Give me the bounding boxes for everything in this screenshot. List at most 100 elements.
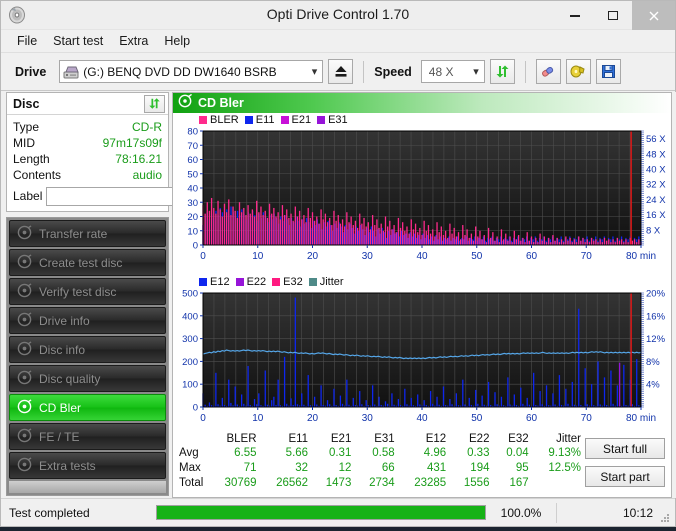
svg-text:60: 60 bbox=[187, 155, 198, 166]
start-full-button[interactable]: Start full bbox=[585, 438, 665, 459]
cell: 1473 bbox=[325, 477, 352, 489]
disc-length-value: 78:16.21 bbox=[115, 152, 162, 166]
svg-text:10: 10 bbox=[187, 226, 198, 237]
disc-row-contents: Contents audio bbox=[13, 167, 162, 183]
menu-extra[interactable]: Extra bbox=[111, 32, 156, 50]
drive-select[interactable]: (G:) BENQ DVD DD DW1640 BSRB ▾ bbox=[59, 60, 324, 83]
menu-start-test[interactable]: Start test bbox=[45, 32, 111, 50]
sidebar-item-verify-test-disc[interactable]: Verify test disc bbox=[9, 278, 166, 305]
svg-text:40: 40 bbox=[416, 413, 428, 424]
toolbar-divider bbox=[363, 60, 365, 83]
save-button[interactable] bbox=[595, 59, 621, 84]
svg-text:10: 10 bbox=[252, 251, 264, 262]
disc-mid-value: 97m17s09f bbox=[102, 136, 162, 150]
resize-grip-icon[interactable] bbox=[659, 510, 670, 522]
erase-disc-button[interactable] bbox=[535, 59, 561, 84]
svg-text:10: 10 bbox=[252, 413, 264, 424]
disc-icon bbox=[17, 340, 32, 359]
progress-bar bbox=[156, 505, 486, 520]
application-window: Opti Drive Control 1.70 File Start test … bbox=[0, 0, 676, 527]
cd-jitter-chart: 0 100 200 300 400 500 4% 8% 12% 16% 20% 0 10 20 30 40 50… bbox=[173, 289, 671, 434]
cell: 2734 bbox=[369, 477, 395, 489]
refresh-button[interactable] bbox=[489, 59, 515, 84]
chart-panel: CD Bler BLER E11 E21 E31 0 10 20 30 40 50 60 70… bbox=[172, 92, 672, 498]
legend-label: E22 bbox=[246, 276, 267, 288]
menu-help[interactable]: Help bbox=[156, 32, 198, 50]
disc-refresh-button[interactable] bbox=[144, 94, 165, 113]
drive-value: (G:) BENQ DVD DD DW1640 BSRB bbox=[83, 64, 277, 79]
cell: 26562 bbox=[276, 477, 309, 489]
sidebar-item-transfer-rate[interactable]: Transfer rate bbox=[9, 220, 166, 247]
sidebar-item-label: Disc quality bbox=[39, 371, 101, 386]
col-e11: E11 bbox=[288, 433, 309, 445]
speed-value: 48 X bbox=[428, 64, 454, 79]
svg-text:60: 60 bbox=[526, 251, 538, 262]
cell: 0.04 bbox=[506, 447, 529, 459]
sidebar-item-label: Disc info bbox=[39, 342, 86, 357]
chevron-down-icon: ▾ bbox=[311, 66, 318, 78]
cell: 431 bbox=[427, 462, 447, 474]
cell: 12.5% bbox=[548, 462, 581, 474]
svg-text:56 X: 56 X bbox=[646, 134, 666, 145]
menu-file[interactable]: File bbox=[9, 32, 45, 50]
col-e31: E31 bbox=[374, 433, 395, 445]
disc-info-rows: Type CD-R MID 97m17s09f Length 78:16.21 … bbox=[7, 115, 251, 211]
svg-text:100: 100 bbox=[182, 380, 198, 391]
start-part-button[interactable]: Start part bbox=[585, 466, 665, 487]
svg-text:80 min: 80 min bbox=[626, 251, 656, 262]
sidebar-item-disc-quality[interactable]: Disc quality bbox=[9, 365, 166, 392]
speed-select[interactable]: 48 X ▾ bbox=[420, 60, 485, 83]
col-jitter: Jitter bbox=[556, 433, 581, 445]
cd-bler-chart: 0 10 20 30 40 50 60 70 80 8 X 16 X 24 X 32 X 40 X 48 X… bbox=[173, 127, 671, 272]
elapsed-time: 10:12 bbox=[622, 505, 653, 520]
chevron-down-icon: ▾ bbox=[473, 66, 479, 78]
progress-fill bbox=[157, 506, 485, 519]
svg-text:16 X: 16 X bbox=[646, 210, 666, 221]
legend-label: Jitter bbox=[319, 276, 344, 288]
col-e21: E21 bbox=[330, 433, 352, 445]
sidebar-item-create-test-disc[interactable]: Create test disc bbox=[9, 249, 166, 276]
eject-button[interactable] bbox=[328, 59, 354, 84]
legend-label: E12 bbox=[210, 276, 230, 288]
cell: 1556 bbox=[463, 477, 490, 489]
disc-mid-label: MID bbox=[13, 136, 35, 150]
svg-text:20: 20 bbox=[187, 212, 198, 223]
svg-text:70: 70 bbox=[187, 141, 198, 152]
nav-spacer bbox=[9, 481, 166, 493]
toolbar: Drive (G:) BENQ DVD DD DW1640 BSRB ▾ Spe… bbox=[1, 53, 675, 91]
col-bler: BLER bbox=[226, 433, 257, 445]
svg-text:20%: 20% bbox=[646, 289, 666, 300]
cell: 71 bbox=[243, 462, 257, 474]
legend-item-jitter: Jitter bbox=[308, 276, 344, 288]
col-e12: E12 bbox=[425, 433, 447, 445]
svg-text:12%: 12% bbox=[646, 334, 666, 345]
svg-text:70: 70 bbox=[581, 251, 593, 262]
close-button[interactable] bbox=[632, 1, 675, 30]
svg-text:50: 50 bbox=[471, 413, 483, 424]
disc-contents-value: audio bbox=[132, 168, 162, 182]
disc-info-title: Disc bbox=[13, 96, 40, 111]
minimize-button[interactable] bbox=[556, 1, 594, 30]
svg-text:16%: 16% bbox=[646, 311, 666, 322]
sidebar-item-cd-bler[interactable]: CD Bler bbox=[9, 394, 166, 421]
maximize-button[interactable] bbox=[594, 1, 632, 30]
sidebar-item-drive-info[interactable]: Drive info bbox=[9, 307, 166, 334]
cell: 0.58 bbox=[372, 447, 395, 459]
svg-text:0: 0 bbox=[193, 241, 198, 252]
cell: 167 bbox=[509, 477, 529, 489]
table-header-row: BLER E11 E21 E31 E12 E22 E32 Jitter bbox=[175, 433, 585, 446]
legend-label: E32 bbox=[283, 276, 303, 288]
sidebar-item-extra-tests[interactable]: Extra tests bbox=[9, 452, 166, 479]
svg-text:80: 80 bbox=[187, 127, 198, 138]
cell: 194 bbox=[470, 462, 490, 474]
sidebar-item-fe-te[interactable]: FE / TE bbox=[9, 423, 166, 450]
sidebar-item-disc-info[interactable]: Disc info bbox=[9, 336, 166, 363]
legend-item-e12: E12 bbox=[199, 276, 230, 288]
gold-disc-button[interactable] bbox=[565, 59, 591, 84]
svg-text:40 X: 40 X bbox=[646, 165, 666, 176]
svg-text:400: 400 bbox=[182, 311, 198, 322]
disc-icon bbox=[178, 93, 192, 113]
main-body: Disc Type CD-R MID 97m17s09f Length 78:1… bbox=[1, 92, 676, 522]
svg-text:70: 70 bbox=[581, 413, 593, 424]
svg-text:32 X: 32 X bbox=[646, 180, 666, 191]
